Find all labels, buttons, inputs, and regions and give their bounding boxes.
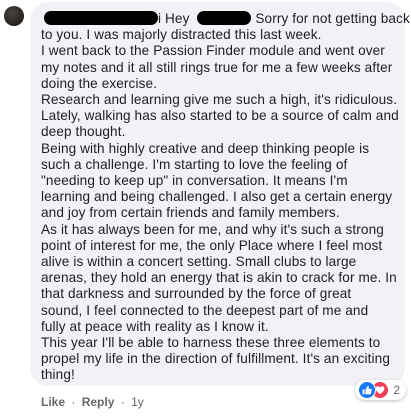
comment-actions: Like · Reply · 1y xyxy=(41,395,144,409)
separator: · xyxy=(120,395,125,409)
reaction-count: 2 xyxy=(393,383,400,397)
comment-first-line: i Hey Sorry for not getting back xyxy=(41,11,410,27)
comment-line: point of interest for me, the only Place… xyxy=(41,237,383,253)
comment-line: learning and being challenged. I also ge… xyxy=(41,189,393,205)
comment-bubble: i Hey Sorry for not getting back to you.… xyxy=(30,2,410,386)
comment-line: arenas, they hold an energy that is akin… xyxy=(41,270,397,286)
comment-line: Research and learning give me such a hig… xyxy=(41,92,398,108)
redacted-mention xyxy=(197,11,252,25)
first-line-rest: Sorry for not getting back xyxy=(255,11,410,26)
comment-age[interactable]: 1y xyxy=(131,395,144,409)
comment-line: fully at peace with reality as I know it… xyxy=(41,318,269,334)
comment-text: i Hey Sorry for not getting back to you.… xyxy=(41,11,410,384)
like-link[interactable]: Like xyxy=(41,395,65,409)
comment-line: propel my life in the direction of fulfi… xyxy=(41,351,390,367)
comment-line: thing! xyxy=(41,367,75,383)
comment-line: As it has always been for me, and why it… xyxy=(41,221,384,237)
comment-line: This year I'll be able to harness these … xyxy=(41,335,381,351)
comment-line: that darkness and surrounded by the forc… xyxy=(41,286,352,302)
comment-line: Lately, walking has also started to be a… xyxy=(41,108,399,124)
avatar[interactable] xyxy=(4,6,24,26)
separator: · xyxy=(71,395,76,409)
comment-line: Being with highly creative and deep thin… xyxy=(41,140,370,156)
comment-line: doing the exercise. xyxy=(41,75,158,91)
comment-line: sound, I feel connected to the deepest p… xyxy=(41,302,369,318)
comment-line: such a challenge. I'm starting to love t… xyxy=(41,156,348,172)
comment-line: "needing to keep up" in conversation. It… xyxy=(41,173,348,189)
comment-line: and joy from certain friends and family … xyxy=(41,205,340,221)
comment-line: my notes and it all still rings true for… xyxy=(41,59,393,75)
redacted-commenter-name xyxy=(44,11,158,25)
comment-line: alive is within a concert setting. Small… xyxy=(41,254,357,270)
reaction-summary[interactable]: 2 xyxy=(355,380,406,400)
comment-line: I went back to the Passion Finder module… xyxy=(41,43,385,59)
comment-line: to you. I was majorly distracted this la… xyxy=(41,27,322,43)
greeting-text: i Hey xyxy=(158,11,190,26)
reply-link[interactable]: Reply xyxy=(82,395,115,409)
comment-line: deep thought. xyxy=(41,124,126,140)
